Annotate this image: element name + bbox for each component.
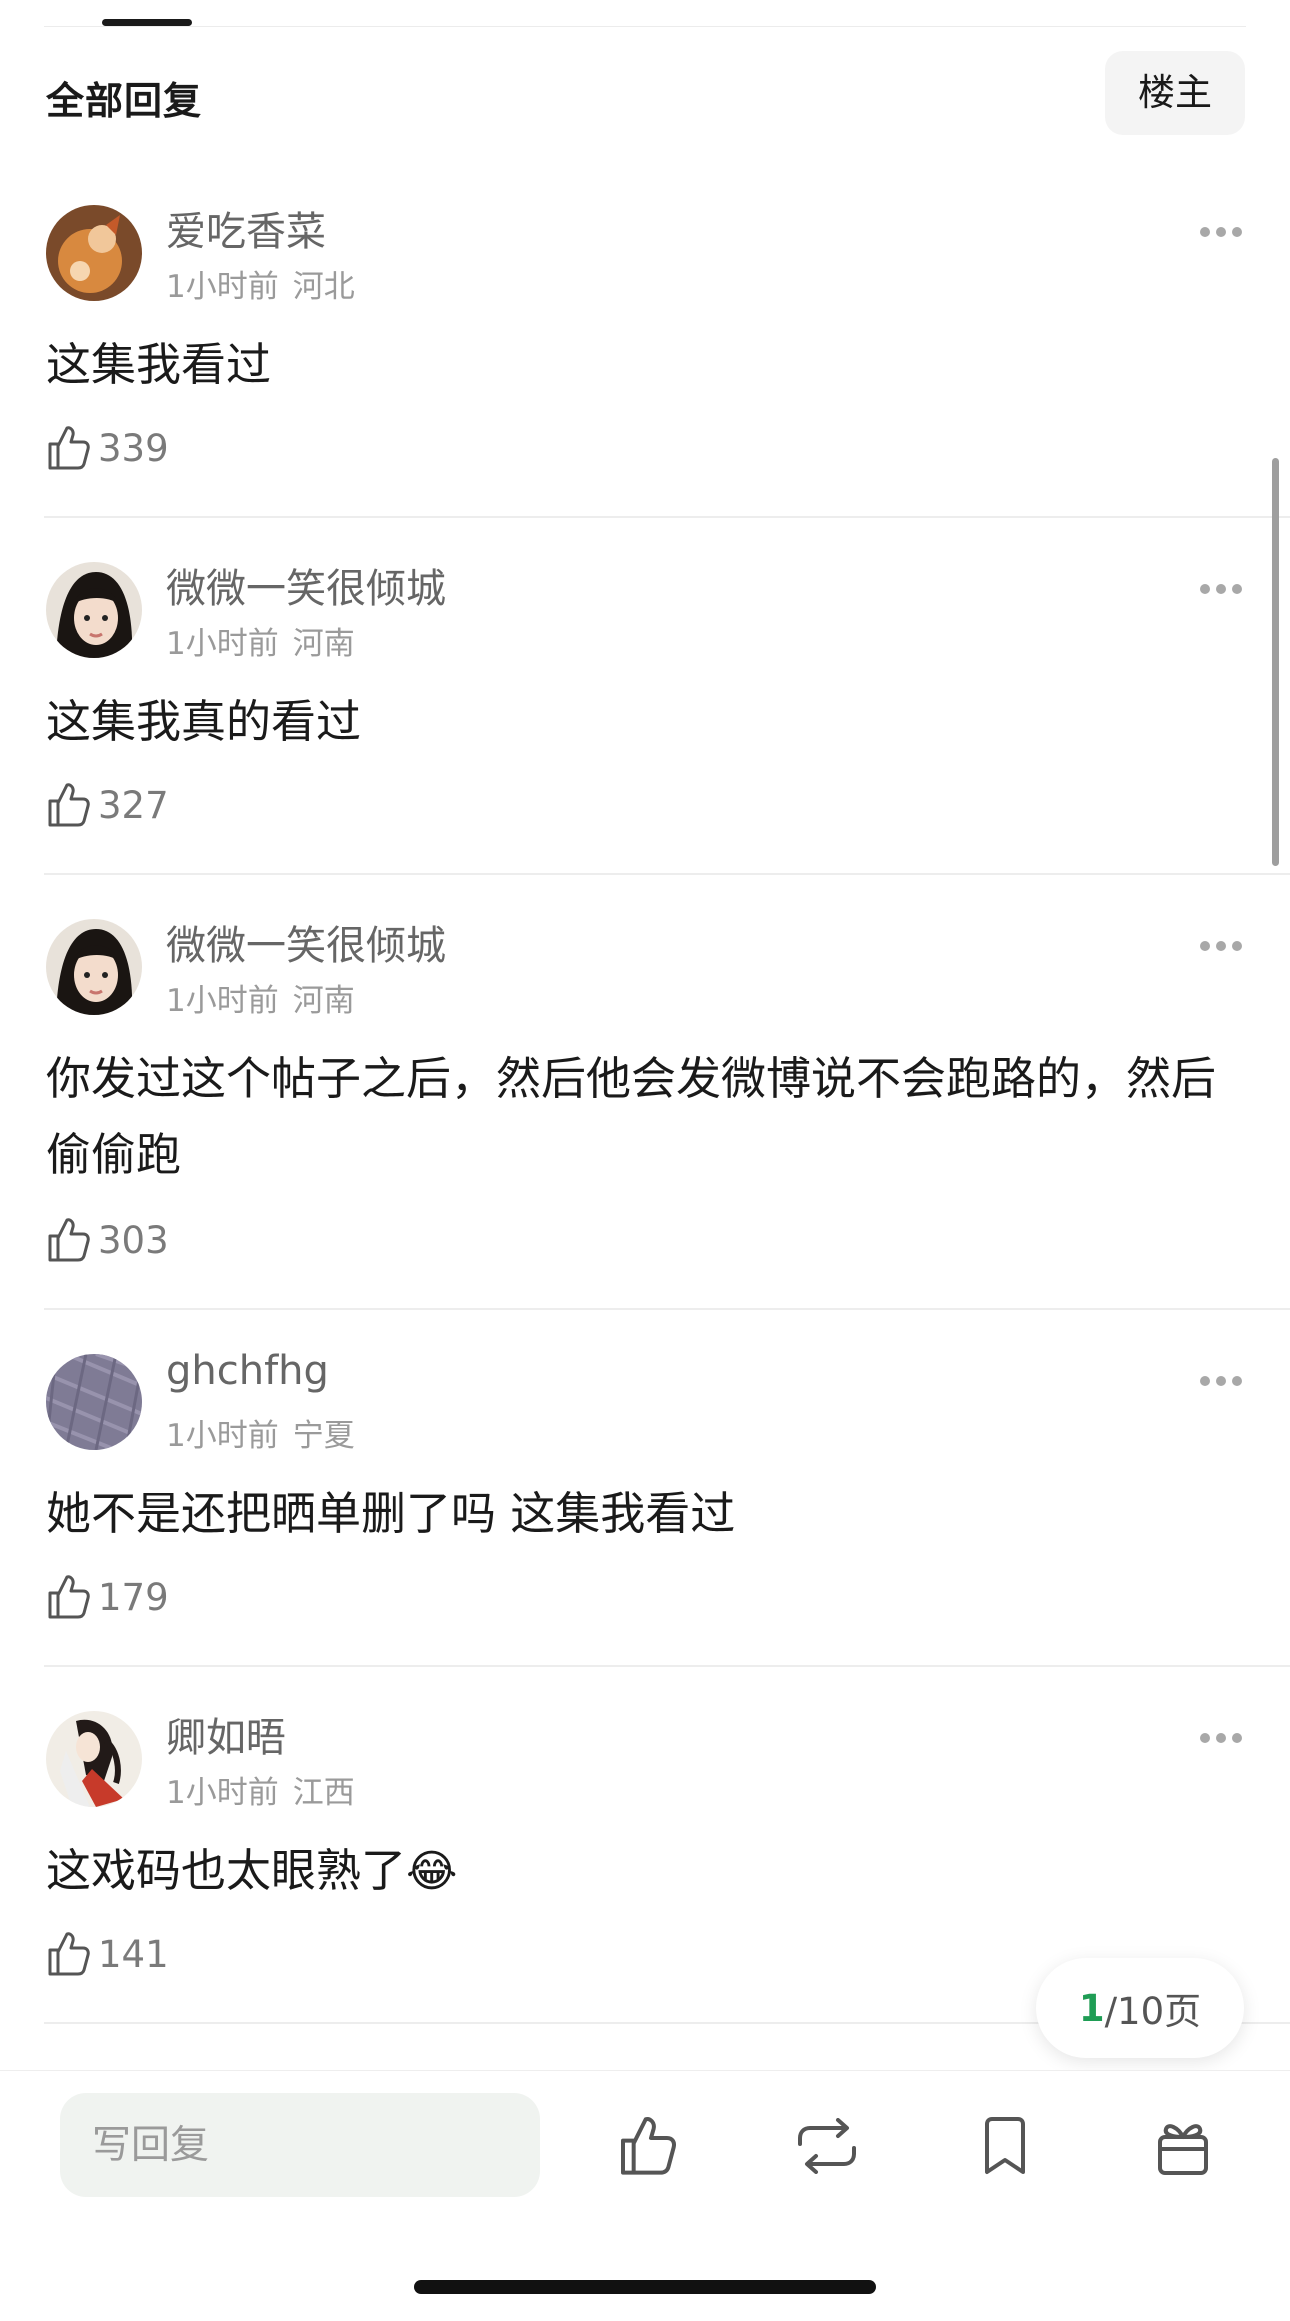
comment-location: 江西 <box>292 1775 355 1811</box>
bookmark-button[interactable] <box>970 2111 1040 2181</box>
like-count: 339 <box>98 426 169 470</box>
thumbs-up-icon <box>46 1930 90 1978</box>
username[interactable]: 爱吃香菜 <box>166 199 326 257</box>
comment-divider <box>44 1308 1290 1310</box>
tab-indicator <box>102 19 192 26</box>
gift-icon <box>1154 2115 1212 2177</box>
thumbs-up-icon <box>46 1573 90 1621</box>
username[interactable]: 卿如晤 <box>166 1705 286 1763</box>
comment-meta: 1小时前 河南 <box>166 975 355 1020</box>
top-divider <box>44 26 1246 27</box>
like-button[interactable]: 339 <box>46 423 169 473</box>
comment-time: 1小时前 <box>166 1775 279 1811</box>
home-indicator <box>414 2280 876 2294</box>
thumbs-up-icon <box>46 781 90 829</box>
like-count: 303 <box>98 1218 169 1262</box>
comment-time: 1小时前 <box>166 269 279 305</box>
username[interactable]: 微微一笑很倾城 <box>166 913 446 971</box>
comment-content: 这集我看过 <box>46 338 272 391</box>
comment-meta: 1小时前 河北 <box>166 261 355 306</box>
comment-divider <box>44 1665 1290 1667</box>
more-dots-icon[interactable] <box>1198 582 1244 596</box>
comment-location: 宁夏 <box>292 1418 355 1454</box>
avatar[interactable] <box>46 205 142 301</box>
replies-header: 全部回复 楼主 <box>0 50 1290 136</box>
thumbs-up-icon <box>46 424 90 472</box>
comment-content: 你发过这个帖子之后，然后他会发微博说不会跑路的，然后偷偷跑 <box>46 1052 1217 1181</box>
comment-time: 1小时前 <box>166 983 279 1019</box>
comment-meta: 1小时前 江西 <box>166 1767 355 1812</box>
comment-time: 1小时前 <box>166 626 279 662</box>
comment-time: 1小时前 <box>166 1418 279 1454</box>
comment-content: 这戏码也太眼熟了😂 <box>46 1833 1236 1910</box>
reply-input[interactable] <box>60 2093 540 2197</box>
avatar[interactable] <box>46 1711 142 1807</box>
username[interactable]: ghchfhg <box>166 1348 329 1394</box>
more-dots-icon[interactable] <box>1198 1374 1244 1388</box>
scrollbar[interactable] <box>1272 458 1279 866</box>
thumbs-up-icon <box>616 2114 678 2178</box>
comment-content: 她不是还把晒单删了吗 这集我看过 <box>46 1487 736 1540</box>
more-dots-icon[interactable] <box>1198 225 1244 239</box>
username[interactable]: 微微一笑很倾城 <box>166 556 446 614</box>
more-dots-icon[interactable] <box>1198 1731 1244 1745</box>
like-button[interactable]: 141 <box>46 1929 169 1979</box>
thumbs-up-icon <box>46 1216 90 1264</box>
current-page: 1 <box>1078 1986 1105 2030</box>
like-count: 179 <box>98 1575 169 1619</box>
like-button[interactable]: 327 <box>46 780 169 830</box>
comment-content: 这集我真的看过 <box>46 695 362 748</box>
comment-text: 这戏码也太眼熟了 <box>46 1844 407 1897</box>
avatar[interactable] <box>46 562 142 658</box>
all-replies-title: 全部回复 <box>46 79 203 123</box>
repost-icon <box>794 2118 860 2174</box>
total-pages: /10页 <box>1104 1990 1202 2033</box>
comment-location: 河南 <box>292 626 355 662</box>
laughing-tears-emoji: 😂 <box>406 1846 458 1897</box>
gift-button[interactable] <box>1148 2111 1218 2181</box>
avatar[interactable] <box>46 1354 142 1450</box>
comment-meta: 1小时前 河南 <box>166 618 355 663</box>
op-only-filter-button[interactable]: 楼主 <box>1105 51 1245 135</box>
comment-location: 河北 <box>292 269 355 305</box>
more-dots-icon[interactable] <box>1198 939 1244 953</box>
bookmark-icon <box>981 2116 1029 2176</box>
like-button[interactable]: 303 <box>46 1215 169 1265</box>
like-count: 327 <box>98 783 169 827</box>
page-indicator[interactable]: 1/10页 <box>1036 1958 1244 2058</box>
comment-location: 河南 <box>292 983 355 1019</box>
like-count: 141 <box>98 1932 169 1976</box>
comment-divider <box>44 873 1290 875</box>
like-button[interactable]: 179 <box>46 1572 169 1622</box>
repost-button[interactable] <box>792 2111 862 2181</box>
comment-divider <box>44 516 1290 518</box>
like-post-button[interactable] <box>612 2111 682 2181</box>
comment-meta: 1小时前 宁夏 <box>166 1410 355 1455</box>
avatar[interactable] <box>46 919 142 1015</box>
